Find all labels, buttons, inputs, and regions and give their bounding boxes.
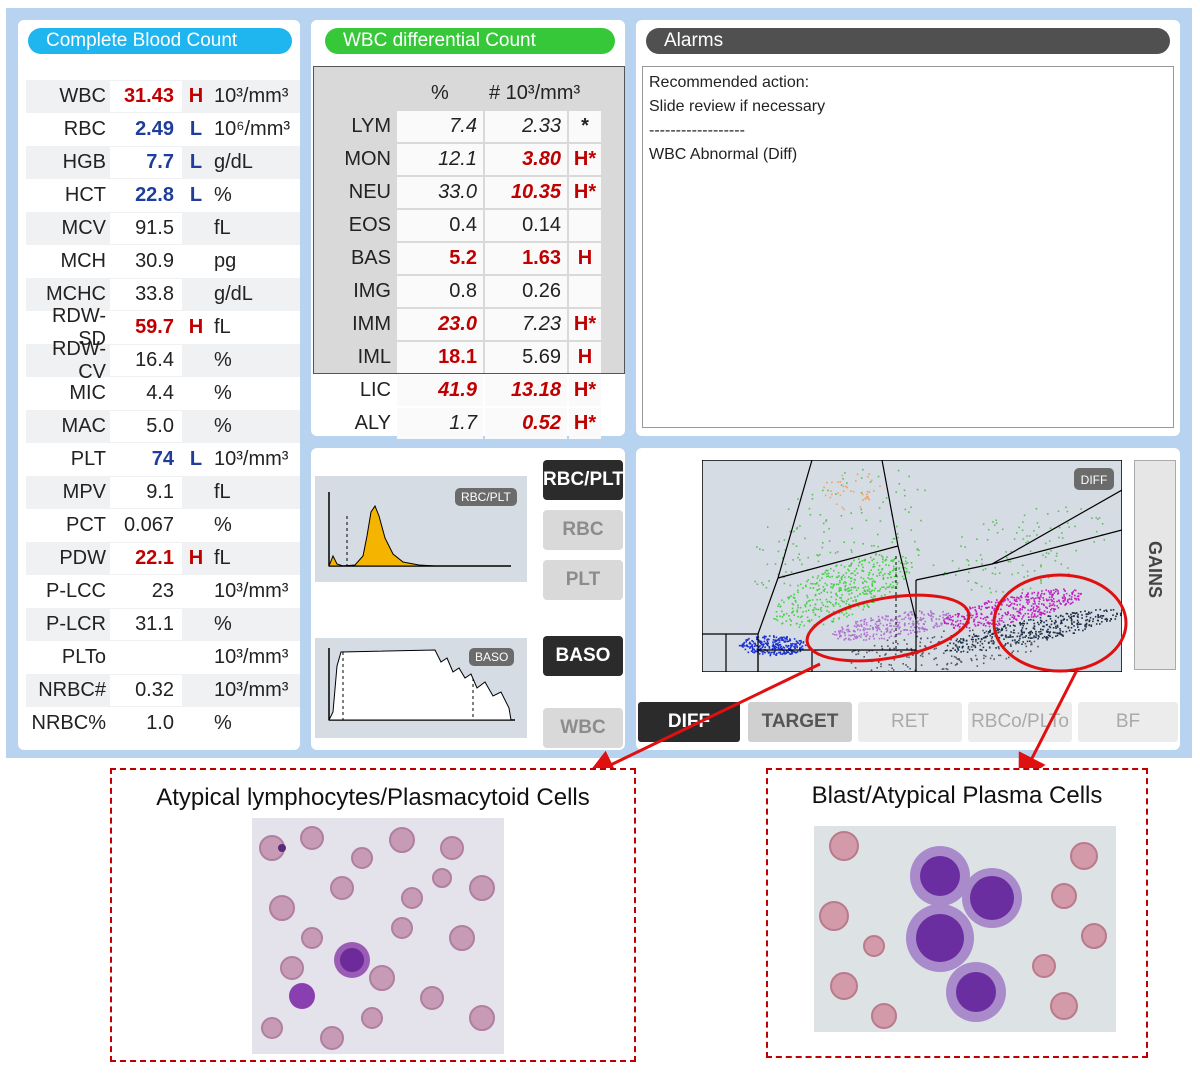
- callout-atypical-lymphocytes: Atypical lymphocytes/Plasmacytoid Cells: [110, 768, 636, 1062]
- micrograph-right-image: [814, 826, 1116, 1032]
- arrow-to-blast-cells: [1018, 667, 1080, 785]
- micrograph-atypical-lymphocytes: [252, 818, 504, 1054]
- arrow-to-atypical-lymphocytes: [585, 662, 821, 778]
- callout-left-title: Atypical lymphocytes/Plasmacytoid Cells: [156, 784, 590, 811]
- micrograph-left-image: [252, 818, 504, 1054]
- micrograph-blast-cells: [814, 826, 1116, 1032]
- blast-region-circle: [992, 573, 1128, 673]
- callout-blast-cells: Blast/Atypical Plasma Cells: [766, 768, 1148, 1058]
- callout-right-title: Blast/Atypical Plasma Cells: [811, 782, 1103, 809]
- lic-region-circle: [805, 593, 971, 663]
